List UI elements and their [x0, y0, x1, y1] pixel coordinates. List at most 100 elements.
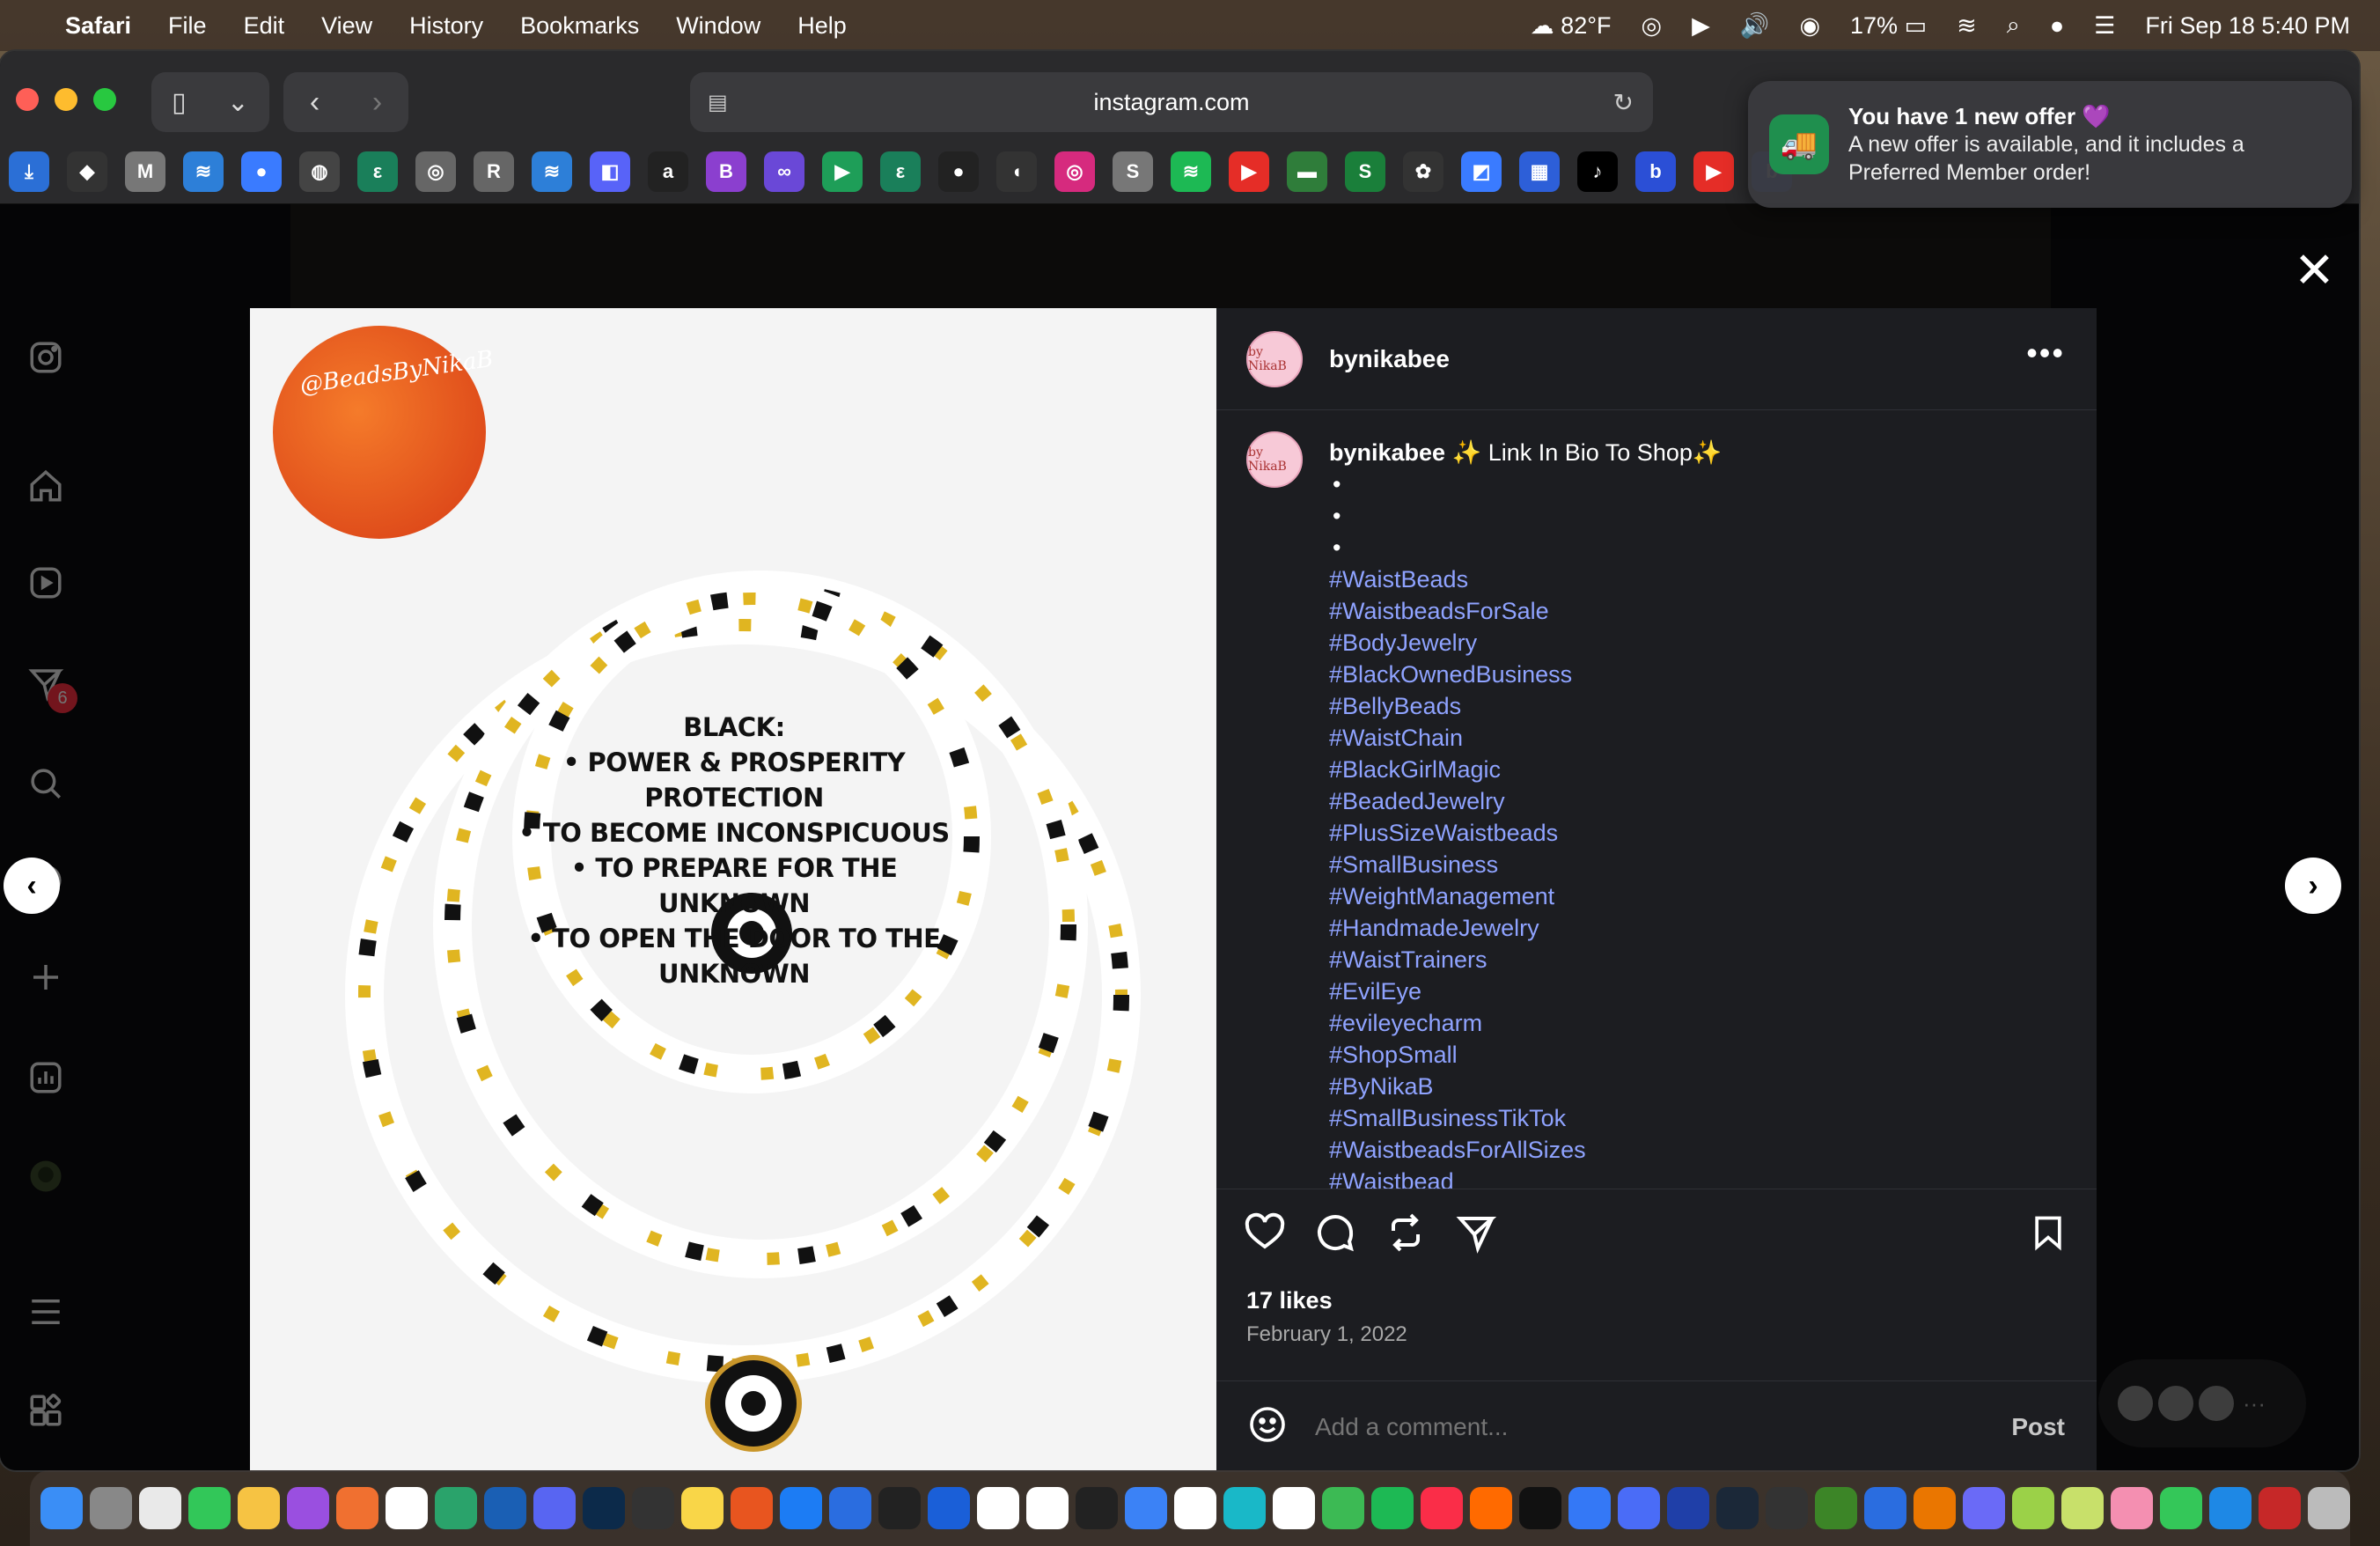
hashtag-link[interactable]: #BellyBeads: [1329, 690, 2060, 722]
dock-phone-icon[interactable]: [2160, 1487, 2202, 1529]
post-comment-button[interactable]: Post: [2011, 1413, 2065, 1441]
favorite-bookmark-7-icon[interactable]: ◎: [415, 151, 456, 192]
dock-steam-icon[interactable]: [1716, 1487, 1759, 1529]
dock-app-icon[interactable]: [2209, 1487, 2251, 1529]
dock-apple-tv-icon[interactable]: [1519, 1487, 1561, 1529]
caption-author-avatar[interactable]: by NikaB: [1246, 431, 1303, 488]
dock-app-icon[interactable]: [632, 1487, 674, 1529]
dock-photos-icon[interactable]: [238, 1487, 280, 1529]
hashtag-link[interactable]: #WaistBeads: [1329, 563, 2060, 595]
dock-blender-icon[interactable]: [1914, 1487, 1956, 1529]
dock-app-icon[interactable]: [1174, 1487, 1216, 1529]
dock-app-icon[interactable]: [1322, 1487, 1364, 1529]
favorite-bookmark-14-icon[interactable]: ▶: [822, 151, 863, 192]
user-icon[interactable]: ◉: [1799, 12, 1820, 40]
dock-spotify-icon[interactable]: [1371, 1487, 1414, 1529]
menu-file[interactable]: File: [168, 12, 207, 40]
menu-app-name[interactable]: Safari: [65, 12, 131, 40]
hashtag-link[interactable]: #SmallBusiness: [1329, 849, 2060, 880]
favorite-bookmark-12-icon[interactable]: B: [706, 151, 746, 192]
dock-app-icon[interactable]: [484, 1487, 526, 1529]
favorite-bookmark-28-icon[interactable]: b: [1635, 151, 1676, 192]
dock-discord-icon[interactable]: [533, 1487, 576, 1529]
dock-app-store-icon[interactable]: [780, 1487, 822, 1529]
dock-app-icon[interactable]: [2259, 1487, 2301, 1529]
zoom-window-button[interactable]: [93, 88, 116, 111]
share-icon[interactable]: [1454, 1211, 1498, 1255]
wifi-icon[interactable]: ≋: [1957, 12, 1977, 40]
repost-icon[interactable]: [1384, 1211, 1428, 1255]
airdrop-icon[interactable]: ◎: [1642, 12, 1663, 40]
dock-messages-icon[interactable]: [188, 1487, 231, 1529]
post-date[interactable]: February 1, 2022: [1246, 1322, 1407, 1347]
forward-button[interactable]: ›: [372, 85, 382, 120]
hashtag-link[interactable]: #HandmadeJewelry: [1329, 912, 2060, 944]
previous-post-button[interactable]: ‹: [4, 858, 60, 914]
minimize-window-button[interactable]: [55, 88, 77, 111]
hashtag-link[interactable]: #ShopSmall: [1329, 1039, 2060, 1071]
hashtag-link[interactable]: #SmallBusinessTikTok: [1329, 1102, 2060, 1134]
favorite-instagram-icon[interactable]: ◎: [1054, 151, 1095, 192]
favorite-spotify-icon[interactable]: ≋: [1171, 151, 1211, 192]
weather-widget[interactable]: ☁ 82°F: [1531, 12, 1612, 40]
dock-app-icon[interactable]: [1963, 1487, 2005, 1529]
favorite-bookmark-9-icon[interactable]: ≋: [532, 151, 572, 192]
menu-window[interactable]: Window: [676, 12, 760, 40]
dock-app-icon[interactable]: [90, 1487, 132, 1529]
hashtag-link[interactable]: #WaistbeadsForSale: [1329, 595, 2060, 627]
dock-canva-icon[interactable]: [1223, 1487, 1266, 1529]
favorite-download-icon[interactable]: ⤓: [9, 151, 49, 192]
reload-icon[interactable]: ↻: [1613, 88, 1634, 117]
favorite-bookmark-13-icon[interactable]: ∞: [764, 151, 804, 192]
like-heart-icon[interactable]: [1243, 1211, 1287, 1255]
favorite-amazon-icon[interactable]: a: [648, 151, 688, 192]
author-username[interactable]: bynikabee: [1329, 345, 1450, 373]
dock-safari-icon[interactable]: [1125, 1487, 1167, 1529]
dock-notes-icon[interactable]: [681, 1487, 724, 1529]
hashtag-link[interactable]: #WaistChain: [1329, 722, 2060, 754]
favorite-bookmark-23-icon[interactable]: S: [1345, 151, 1385, 192]
close-window-button[interactable]: [16, 88, 39, 111]
hashtag-link[interactable]: #ByNikaB: [1329, 1071, 2060, 1102]
hashtag-link[interactable]: #WeightManagement: [1329, 880, 2060, 912]
menu-edit[interactable]: Edit: [244, 12, 285, 40]
favorite-bookmark-5-icon[interactable]: ◍: [299, 151, 340, 192]
dock-app-icon[interactable]: [1864, 1487, 1906, 1529]
favorite-bookmark-6-icon[interactable]: ε: [357, 151, 398, 192]
dock-app-icon[interactable]: [1026, 1487, 1069, 1529]
hashtag-link[interactable]: #BlackGirlMagic: [1329, 754, 2060, 785]
dock-chrome-icon[interactable]: [977, 1487, 1019, 1529]
dock-app-icon[interactable]: [287, 1487, 329, 1529]
comment-input[interactable]: [1315, 1412, 1931, 1441]
favorite-bookmark-8-icon[interactable]: R: [474, 151, 514, 192]
dock-calendar-icon[interactable]: [386, 1487, 428, 1529]
favorite-bookmark-15-icon[interactable]: ε: [880, 151, 921, 192]
more-options-icon[interactable]: •••: [2026, 335, 2065, 372]
favorite-tiktok-icon[interactable]: ♪: [1577, 151, 1618, 192]
dock-minecraft-icon[interactable]: [1815, 1487, 1857, 1529]
hashtag-link[interactable]: #Waistbead: [1329, 1166, 2060, 1189]
menu-view[interactable]: View: [321, 12, 372, 40]
post-image[interactable]: @BeadsByNikaB BLACK: • POWER & PROSPERIT…: [250, 308, 1216, 1470]
back-button[interactable]: ‹: [310, 85, 320, 120]
comment-icon[interactable]: [1313, 1211, 1357, 1255]
favorite-bookmark-2-icon[interactable]: M: [125, 151, 165, 192]
address-bar[interactable]: ▤ instagram.com ↻: [690, 72, 1653, 132]
emoji-picker-icon[interactable]: [1246, 1403, 1289, 1450]
clock[interactable]: Fri Sep 18 5:40 PM: [2145, 12, 2350, 40]
close-modal-icon[interactable]: ✕: [2294, 241, 2335, 299]
favorite-bookmark-25-icon[interactable]: ◩: [1461, 151, 1502, 192]
hashtag-link[interactable]: #BodyJewelry: [1329, 627, 2060, 659]
dock-cricut-icon[interactable]: [1273, 1487, 1315, 1529]
dock-app-icon[interactable]: [1470, 1487, 1512, 1529]
favorite-bookmark-17-icon[interactable]: ◖: [996, 151, 1037, 192]
play-icon[interactable]: ▶: [1692, 12, 1710, 40]
menu-bookmarks[interactable]: Bookmarks: [520, 12, 639, 40]
dock-lightroom-icon[interactable]: [583, 1487, 625, 1529]
dock-word-icon[interactable]: [928, 1487, 970, 1529]
volume-icon[interactable]: 🔊: [1740, 11, 1770, 40]
hashtag-link[interactable]: #WaistbeadsForAllSizes: [1329, 1134, 2060, 1166]
favorite-youtube-2-icon[interactable]: ▶: [1693, 151, 1734, 192]
dock-app-icon[interactable]: [1766, 1487, 1808, 1529]
dock-app-icon[interactable]: [2061, 1487, 2104, 1529]
